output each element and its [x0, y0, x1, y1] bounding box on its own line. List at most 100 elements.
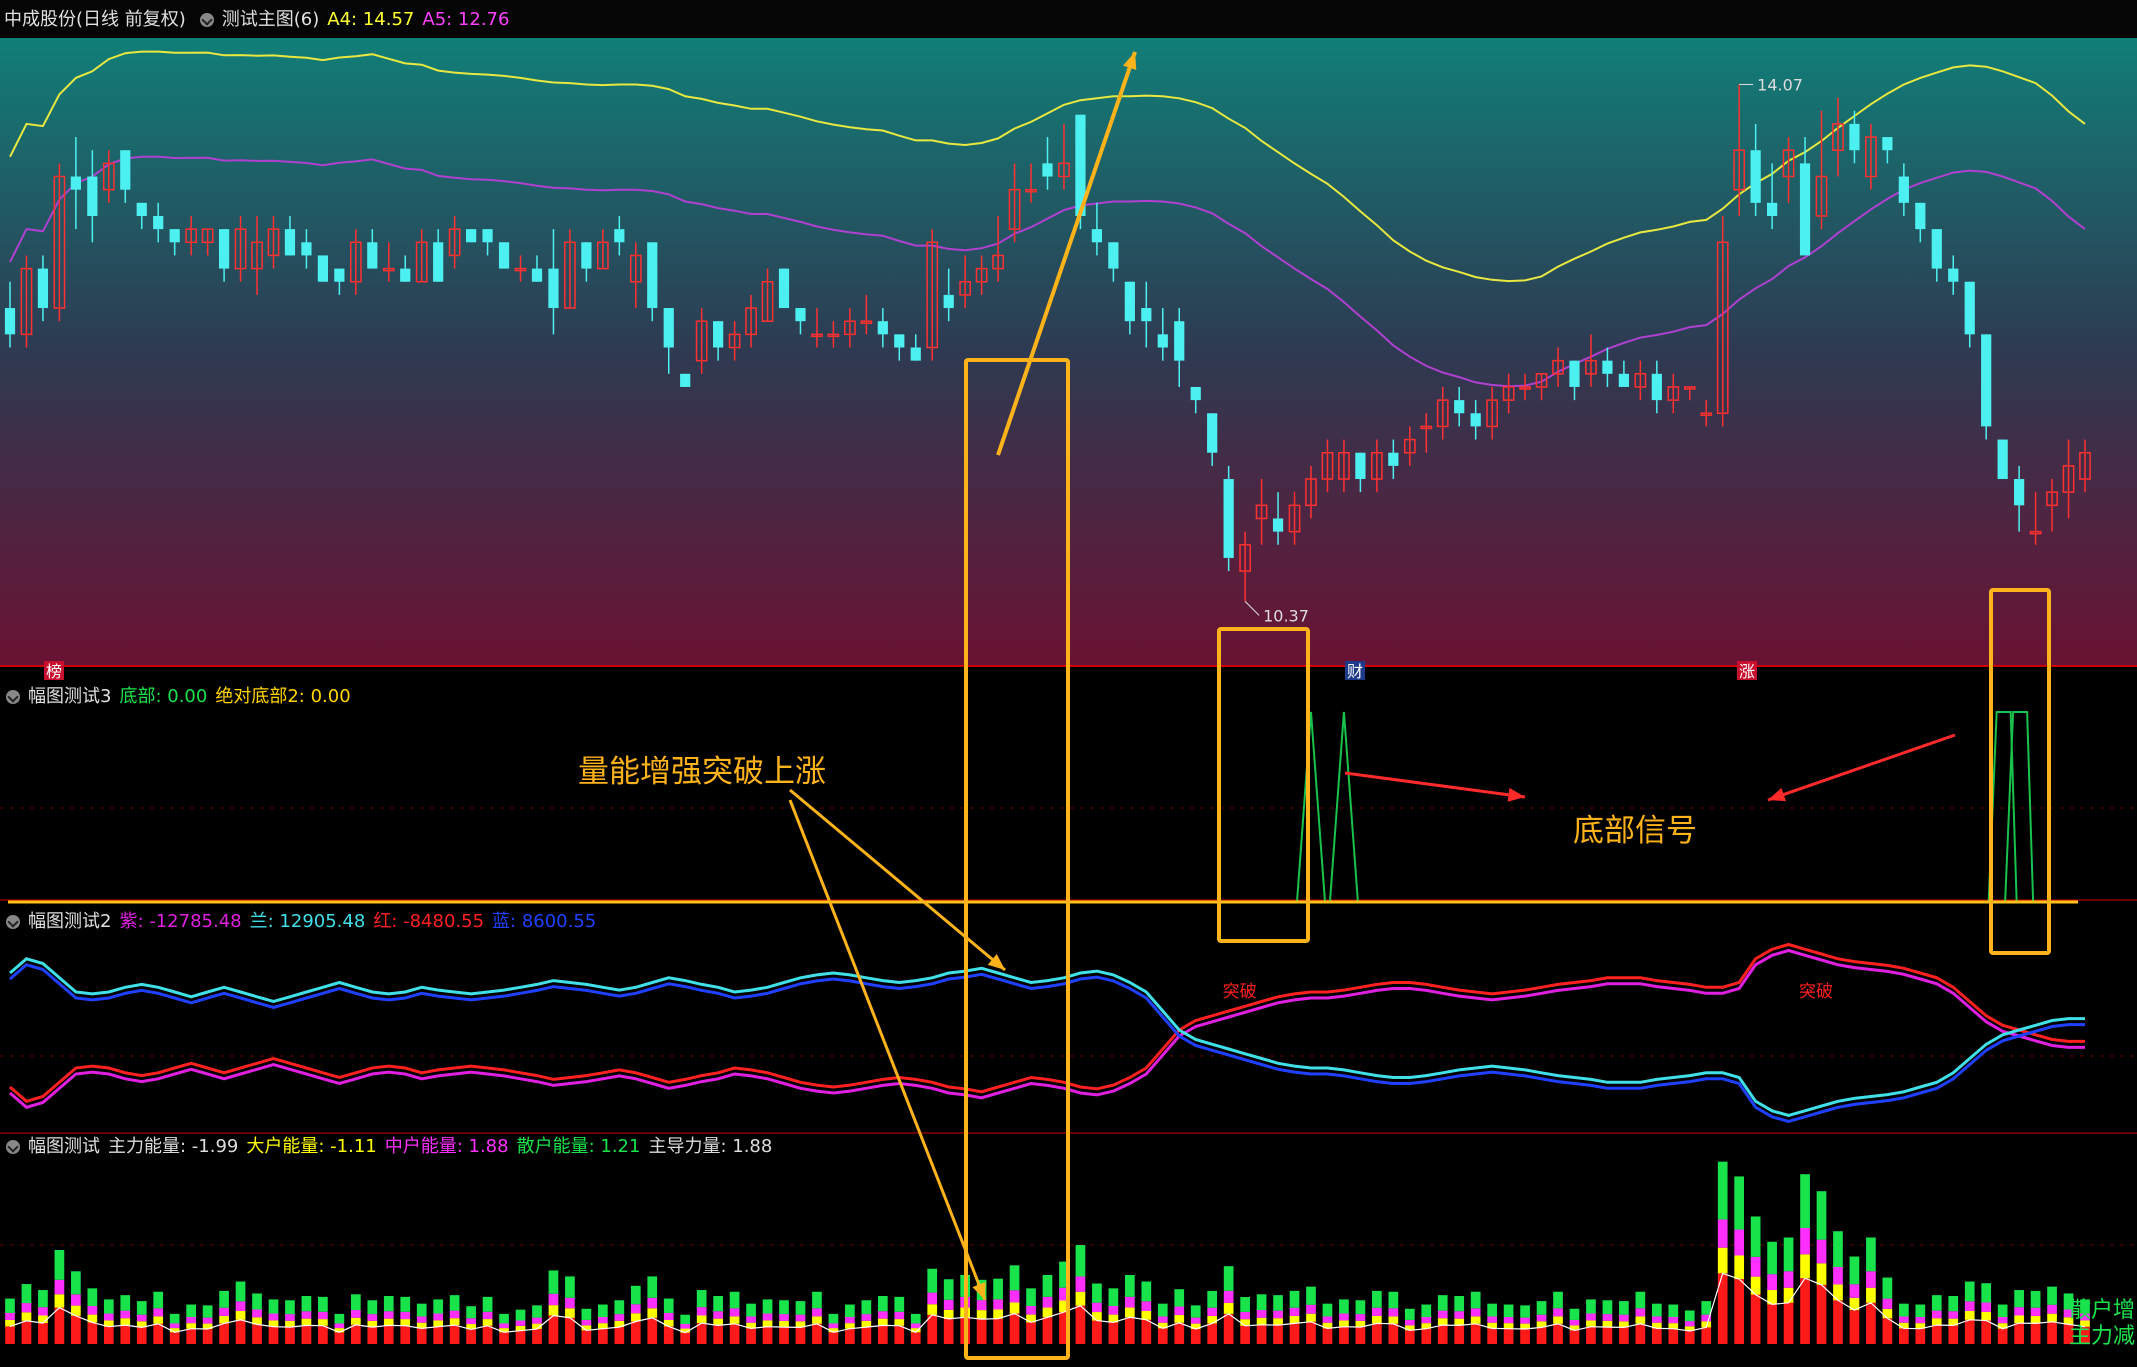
energy-bar-segment — [1240, 1325, 1250, 1344]
energy-bar-segment — [252, 1309, 262, 1318]
energy-bar-segment — [1717, 1247, 1728, 1274]
energy-bar-segment — [1948, 1325, 1959, 1344]
energy-bar-segment — [252, 1293, 262, 1310]
energy-bar-segment — [71, 1271, 81, 1295]
energy-bar-segment — [1289, 1323, 1300, 1344]
energy-bar-segment — [433, 1326, 444, 1344]
energy-bar-segment — [1009, 1265, 1020, 1291]
indicator-name[interactable]: 测试主图(6) — [222, 9, 320, 30]
candle-body — [2014, 479, 2025, 506]
energy-bar-segment — [1734, 1229, 1745, 1256]
energy-bar-segment — [630, 1304, 641, 1314]
chevron-down-icon[interactable] — [199, 13, 214, 27]
energy-bar-segment — [1487, 1316, 1497, 1323]
energy-bar-segment — [219, 1323, 229, 1344]
energy-bar-segment — [861, 1314, 872, 1321]
energy-bar-segment — [548, 1270, 559, 1294]
energy-bar-segment — [334, 1332, 345, 1344]
energy-bar-segment — [1997, 1304, 2008, 1318]
energy-bar-segment — [1454, 1311, 1465, 1319]
panel3-value-0: 紫: -12785.48 — [119, 911, 242, 932]
panel2-title[interactable]: 幅图测试3 — [28, 686, 111, 707]
tag-label: 财 — [1347, 662, 1363, 681]
energy-bar-segment — [1026, 1322, 1036, 1344]
energy-bar-segment — [877, 1296, 888, 1312]
energy-bar-segment — [202, 1305, 213, 1318]
energy-bar-segment — [87, 1322, 98, 1344]
energy-bar-segment — [1273, 1325, 1283, 1344]
energy-bar-segment — [663, 1312, 674, 1320]
energy-bar-segment — [1586, 1320, 1596, 1327]
energy-bar-segment — [1487, 1303, 1497, 1317]
panel3-values: 紫: -12785.48 兰: 12905.48 红: -8480.55 蓝: 860… — [119, 911, 604, 932]
energy-bar-segment — [1651, 1316, 1662, 1323]
energy-bar-segment — [1536, 1314, 1547, 1322]
energy-bar-segment — [598, 1304, 608, 1318]
energy-bar-segment — [268, 1299, 279, 1314]
energy-bar-segment — [1157, 1316, 1168, 1323]
energy-bar-segment — [1586, 1299, 1596, 1314]
energy-bar-segment — [1108, 1305, 1119, 1315]
energy-bar-segment — [1503, 1328, 1514, 1344]
candle-body — [400, 268, 411, 282]
energy-bar-segment — [383, 1325, 394, 1344]
energy-bar-segment — [1931, 1310, 1942, 1319]
energy-bar-segment — [1470, 1291, 1481, 1309]
energy-bar-segment — [186, 1323, 197, 1329]
energy-bar-segment — [696, 1323, 707, 1344]
energy-bar-segment — [1833, 1300, 1843, 1344]
energy-bar-segment — [1026, 1305, 1036, 1315]
energy-bar-segment — [581, 1330, 592, 1344]
energy-bar-segment — [21, 1320, 32, 1344]
candle-body — [1849, 123, 1860, 151]
candle-body — [778, 268, 790, 309]
energy-bar-segment — [5, 1298, 15, 1313]
energy-bar-segment — [285, 1327, 295, 1344]
chevron-down-icon[interactable] — [6, 915, 20, 929]
energy-bar-segment — [729, 1316, 740, 1324]
energy-bar-segment — [877, 1311, 888, 1319]
panel3-header: 幅图测试2 紫: -12785.48 兰: 12905.48 红: -8480.55 蓝… — [0, 908, 612, 936]
chevron-down-icon[interactable] — [6, 1140, 20, 1154]
energy-bar-segment — [1437, 1295, 1448, 1311]
chevron-down-icon[interactable] — [6, 690, 20, 704]
energy-bar-segment — [1141, 1319, 1152, 1344]
energy-bar-segment — [350, 1310, 361, 1318]
panel4-value-0: 主力能量: -1.99 — [108, 1136, 239, 1157]
energy-bar-segment — [1783, 1302, 1794, 1344]
high-price-label: 14.07 — [1757, 75, 1803, 94]
energy-bar-segment — [812, 1316, 822, 1324]
energy-bar-segment — [449, 1318, 460, 1326]
energy-bar-segment — [235, 1311, 246, 1320]
energy-bar-segment — [1273, 1318, 1283, 1326]
energy-bar-segment — [169, 1323, 180, 1329]
energy-bar-segment — [1898, 1316, 1909, 1323]
energy-bar-segment — [1849, 1310, 1860, 1344]
energy-bar-segment — [1717, 1219, 1728, 1248]
energy-bar-segment — [1635, 1308, 1646, 1317]
energy-bar-segment — [1009, 1302, 1020, 1314]
energy-bar-segment — [1931, 1318, 1942, 1326]
energy-bar-segment — [779, 1320, 789, 1328]
candle-body — [581, 242, 592, 269]
panel4-title[interactable]: 幅图测试 — [28, 1136, 100, 1157]
energy-bar-segment — [1009, 1313, 1020, 1344]
energy-bar-segment — [1783, 1271, 1794, 1288]
energy-bar-segment — [812, 1291, 822, 1309]
energy-bar-segment — [1108, 1288, 1119, 1306]
energy-bar-segment — [202, 1317, 213, 1324]
energy-bar-segment — [54, 1249, 65, 1280]
energy-bar-segment — [1931, 1325, 1942, 1344]
candle-body — [943, 294, 954, 309]
energy-bar-segment — [285, 1300, 295, 1315]
energy-bar-segment — [548, 1305, 559, 1316]
energy-bar-segment — [482, 1311, 493, 1320]
energy-bar-segment — [219, 1290, 229, 1308]
energy-bar-segment — [383, 1296, 394, 1312]
energy-bar-segment — [647, 1317, 658, 1344]
energy-bar-segment — [301, 1318, 312, 1326]
candle-body — [1207, 413, 1218, 453]
energy-bar-segment — [1717, 1161, 1728, 1220]
panel3-title[interactable]: 幅图测试2 — [28, 911, 111, 932]
energy-bar-segment — [1388, 1308, 1399, 1317]
